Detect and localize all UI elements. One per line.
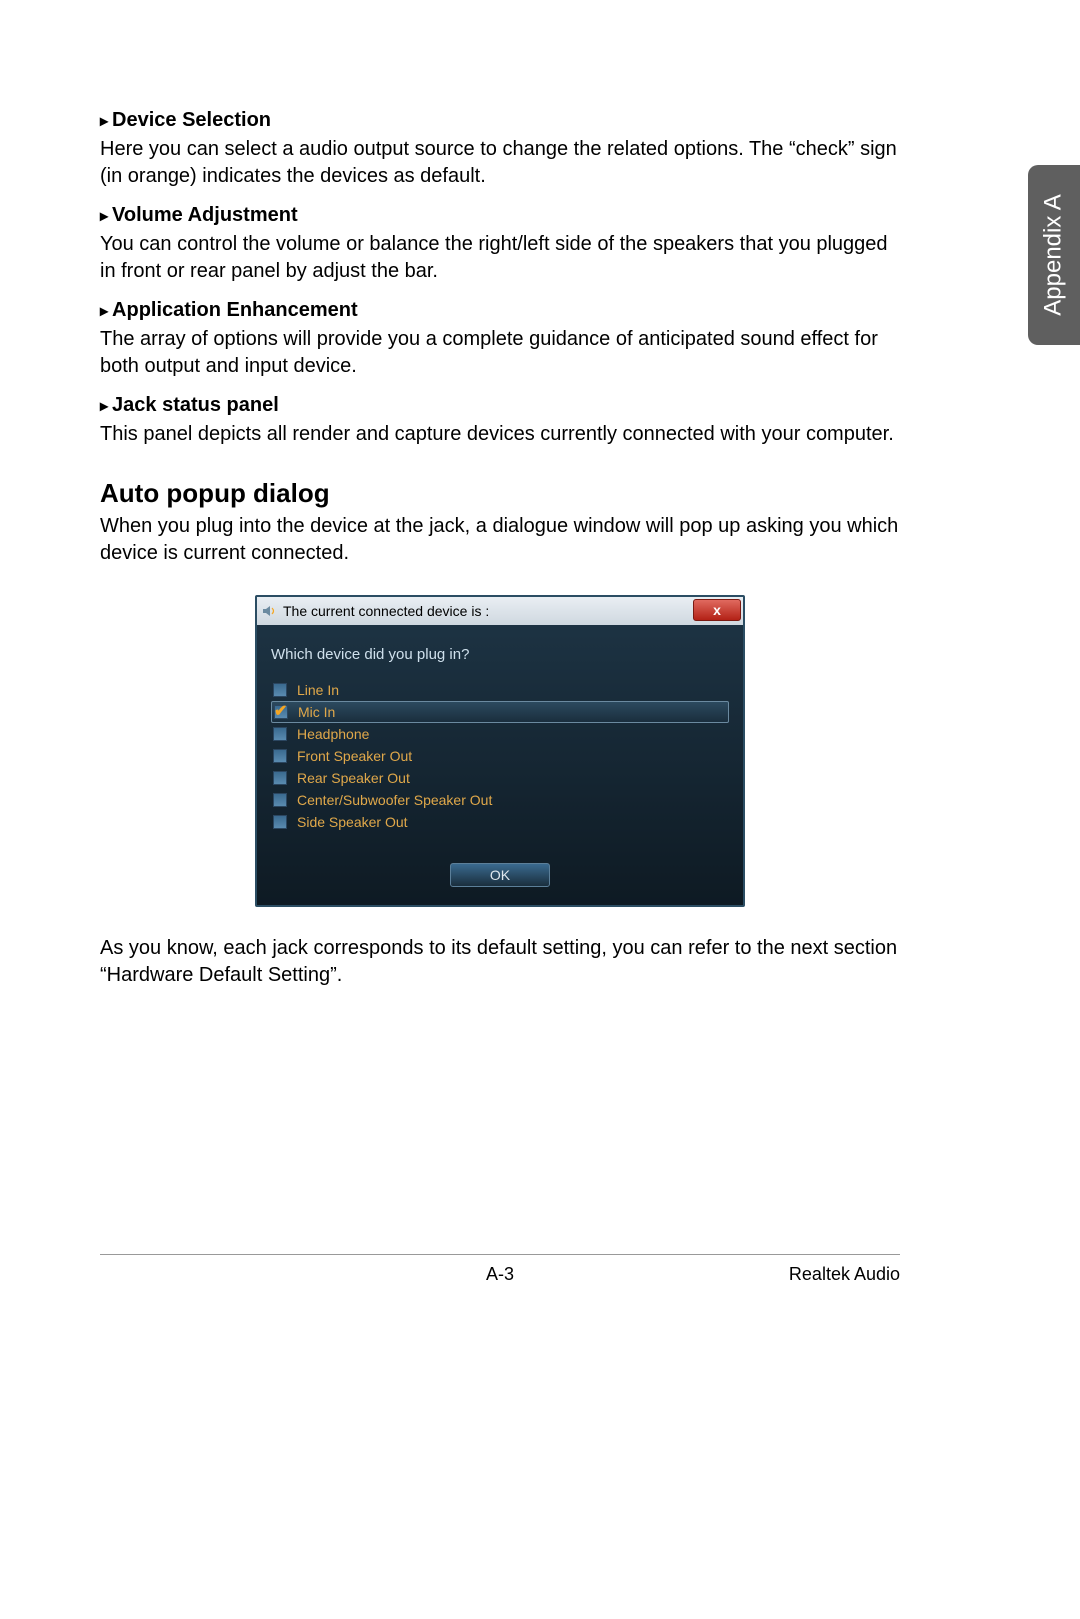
dialog-body: Which device did you plug in? Line In Mi… <box>257 625 743 905</box>
dialog-title: The current connected device is : <box>283 602 489 621</box>
para-device-selection: Here you can select a audio output sourc… <box>100 136 900 190</box>
checkbox-icon <box>273 683 287 697</box>
footer-product: Realtek Audio <box>789 1264 900 1285</box>
checkbox-icon <box>273 815 287 829</box>
device-label: Side Speaker Out <box>297 813 408 832</box>
device-option-center-subwoofer[interactable]: Center/Subwoofer Speaker Out <box>271 789 729 811</box>
close-button[interactable]: x <box>693 599 741 621</box>
device-list: Line In Mic In Headphone Front Spea <box>271 679 729 833</box>
dialog-prompt: Which device did you plug in? <box>271 645 729 665</box>
subhead-device-selection: Device Selection <box>100 107 900 134</box>
content-area: Device Selection Here you can select a a… <box>100 95 900 989</box>
checkbox-icon <box>273 771 287 785</box>
ok-button[interactable]: OK <box>450 863 550 887</box>
device-option-side-speaker[interactable]: Side Speaker Out <box>271 811 729 833</box>
device-label: Rear Speaker Out <box>297 769 410 788</box>
page-number: A-3 <box>486 1264 514 1285</box>
checkbox-icon <box>273 749 287 763</box>
subhead-volume-adjustment: Volume Adjustment <box>100 202 900 229</box>
device-label: Center/Subwoofer Speaker Out <box>297 791 492 810</box>
side-tab-label: Appendix A <box>1040 194 1068 315</box>
device-label: Line In <box>297 681 339 700</box>
subhead-jack-status-panel: Jack status panel <box>100 392 900 419</box>
para-after-dialog: As you know, each jack corresponds to it… <box>100 935 900 989</box>
page-footer: A-3 Realtek Audio <box>100 1264 900 1285</box>
device-option-front-speaker[interactable]: Front Speaker Out <box>271 745 729 767</box>
heading-auto-popup: Auto popup dialog <box>100 476 900 511</box>
para-auto-popup: When you plug into the device at the jac… <box>100 513 900 567</box>
device-option-rear-speaker[interactable]: Rear Speaker Out <box>271 767 729 789</box>
speaker-icon <box>261 603 277 619</box>
footer-rule <box>100 1254 900 1255</box>
close-icon: x <box>713 601 721 620</box>
device-label: Mic In <box>298 703 335 722</box>
checkbox-icon <box>273 793 287 807</box>
document-page: Appendix A Device Selection Here you can… <box>0 0 1080 1619</box>
para-jack-status-panel: This panel depicts all render and captur… <box>100 421 900 448</box>
device-option-headphone[interactable]: Headphone <box>271 723 729 745</box>
device-dialog: The current connected device is : x Whic… <box>255 595 745 907</box>
checkbox-icon <box>273 727 287 741</box>
side-tab: Appendix A <box>1028 165 1080 345</box>
dialog-titlebar: The current connected device is : x <box>257 597 743 625</box>
subhead-application-enhancement: Application Enhancement <box>100 297 900 324</box>
device-option-line-in[interactable]: Line In <box>271 679 729 701</box>
para-volume-adjustment: You can control the volume or balance th… <box>100 231 900 285</box>
ok-button-label: OK <box>490 866 510 885</box>
device-label: Headphone <box>297 725 369 744</box>
device-option-mic-in[interactable]: Mic In <box>271 701 729 723</box>
para-application-enhancement: The array of options will provide you a … <box>100 326 900 380</box>
device-label: Front Speaker Out <box>297 747 412 766</box>
dialog-button-row: OK <box>271 863 729 887</box>
dialog-screenshot: The current connected device is : x Whic… <box>100 595 900 907</box>
checkbox-icon <box>274 705 288 719</box>
